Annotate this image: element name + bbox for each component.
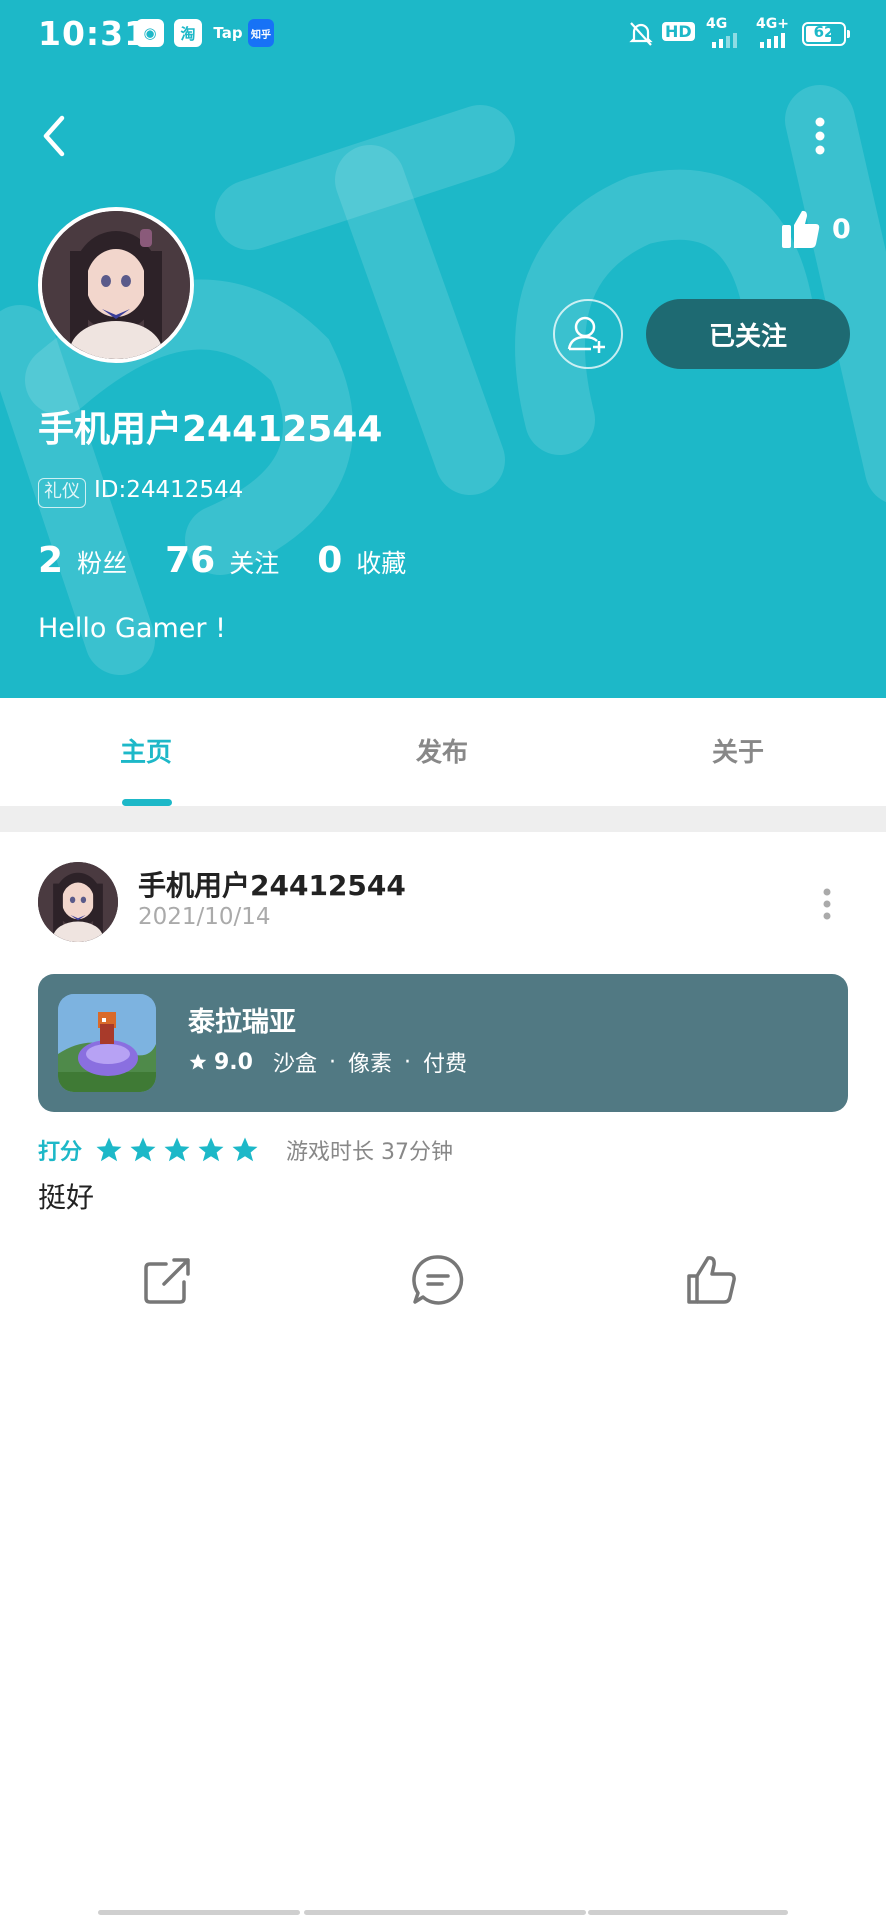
active-tab-indicator: [122, 799, 172, 806]
rating-stars: [94, 1135, 260, 1165]
share-icon[interactable]: [140, 1252, 196, 1308]
signal-label-2: 4G+: [756, 16, 789, 32]
bell-off-icon: [629, 22, 653, 46]
app-icon-zhihu: 知乎: [248, 19, 274, 47]
post-date: 2021/10/14: [138, 904, 271, 930]
game-icon: [58, 994, 156, 1092]
add-friend-icon: [567, 316, 605, 353]
game-tag-2: 像素: [348, 1052, 393, 1077]
profile-header: 10:31 ◉ 淘 Tap 知乎 HD 4G 4G+ 62 0 已关注 手机用户…: [0, 0, 886, 698]
terraria-game-icon: [58, 994, 156, 1092]
like-icon[interactable]: [684, 1252, 740, 1308]
status-bar: 10:31 ◉ 淘 Tap 知乎 HD 4G 4G+ 62: [0, 0, 886, 70]
game-score: 9.0: [214, 1049, 253, 1075]
review-text: 挺好: [38, 1181, 95, 1214]
tag-separator: ·: [329, 1049, 336, 1075]
game-meta: 9.0 沙盒 · 像素 · 付费: [188, 1046, 467, 1078]
score-star-icon: [189, 1053, 207, 1070]
rating-star-icon: [96, 1137, 122, 1162]
thumbs-up-icon: [782, 210, 820, 248]
fans-label[interactable]: 粉丝: [77, 544, 127, 580]
playtime: 游戏时长 37分钟: [286, 1140, 454, 1165]
game-title: 泰拉瑞亚: [188, 1007, 296, 1038]
rating-star-icon: [130, 1137, 156, 1162]
favorites-label[interactable]: 收藏: [356, 544, 406, 580]
avatar-image: [42, 211, 190, 359]
following-count[interactable]: 76: [165, 540, 215, 581]
game-tag-3: 付费: [423, 1052, 468, 1077]
rating-star-icon: [164, 1137, 190, 1162]
favorites-count[interactable]: 0: [317, 540, 342, 581]
hd-indicator: HD: [662, 22, 695, 41]
profile-tabs: 主页 发布 关于: [0, 698, 886, 806]
tab-about[interactable]: 关于: [712, 732, 764, 769]
battery-level: 62: [813, 23, 835, 41]
back-arrow-icon[interactable]: [34, 108, 74, 164]
nav-bar-segment: [98, 1910, 300, 1915]
tab-posts[interactable]: 发布: [416, 732, 468, 769]
profile-id: ID:24412544: [94, 477, 244, 503]
add-friend-button[interactable]: [553, 299, 623, 369]
more-vertical-icon[interactable]: [802, 108, 838, 164]
app-icon-bilibili: ◉: [136, 19, 164, 47]
tab-home[interactable]: 主页: [120, 732, 172, 769]
tag-separator: ·: [404, 1049, 412, 1075]
profile-like-button[interactable]: 0: [780, 205, 851, 253]
rating-star-icon: [198, 1137, 224, 1162]
game-card[interactable]: 泰拉瑞亚 9.0 沙盒 · 像素 · 付费: [38, 974, 848, 1112]
app-icon-tap: Tap: [213, 24, 243, 42]
post-avatar[interactable]: [38, 862, 118, 942]
nav-bar-segment: [588, 1910, 788, 1915]
profile-avatar[interactable]: [38, 207, 194, 363]
fans-count[interactable]: 2: [38, 540, 63, 581]
rating-label: 打分: [38, 1140, 83, 1165]
profile-username: 手机用户24412544: [38, 409, 383, 450]
following-button[interactable]: 已关注: [646, 299, 850, 369]
following-label[interactable]: 关注: [229, 544, 279, 580]
rating-star-icon: [232, 1137, 258, 1162]
game-tag-1: 沙盒: [272, 1052, 317, 1077]
post-more-icon[interactable]: [812, 882, 842, 926]
post-avatar-image: [38, 862, 118, 942]
app-icon-taobao: 淘: [174, 19, 202, 47]
etiquette-badge[interactable]: 礼仪: [38, 478, 86, 508]
signal-label-1: 4G: [706, 16, 728, 32]
section-divider: [0, 806, 886, 832]
battery-icon: 62: [802, 22, 850, 46]
rating-row: 打分 游戏时长 37分钟: [38, 1132, 453, 1168]
profile-bio: Hello Gamer !: [38, 613, 226, 644]
status-time: 10:31: [38, 14, 149, 53]
profile-like-count: 0: [832, 213, 851, 245]
post-username[interactable]: 手机用户24412544: [138, 864, 406, 904]
profile-stats: 2 粉丝 76 关注 0 收藏: [38, 540, 444, 581]
nav-bar-segment: [304, 1910, 586, 1915]
signal-bars-icon-2: [760, 33, 785, 48]
comment-icon[interactable]: [410, 1252, 466, 1308]
signal-bars-icon: [712, 33, 737, 48]
